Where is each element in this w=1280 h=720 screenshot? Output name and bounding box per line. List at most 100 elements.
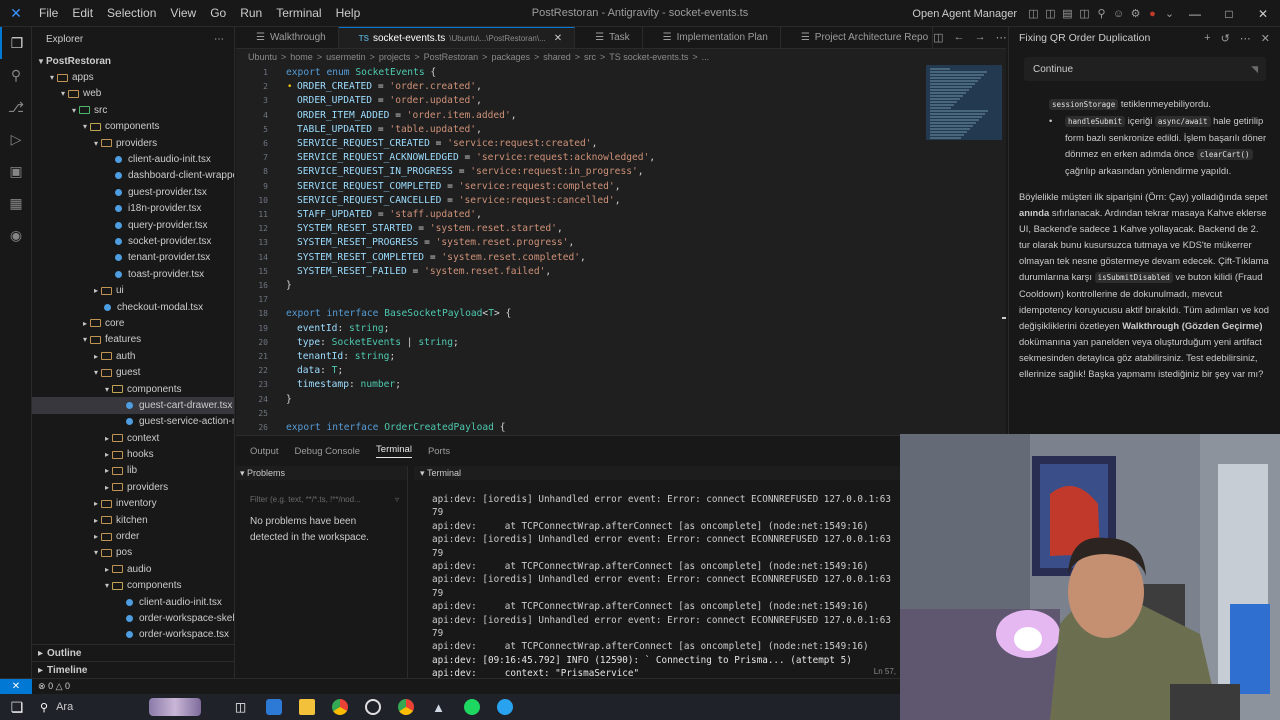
tree-file[interactable]: query-provider.tsx [32, 217, 234, 233]
menu-help[interactable]: Help [329, 6, 368, 20]
tree-file[interactable]: order-workspace-skeleton.tsx [32, 610, 234, 626]
taskbar-search[interactable]: ⚲ Ara [34, 694, 224, 720]
tree-file[interactable]: dashboard-client-wrapper.tsx [32, 168, 234, 184]
menu-terminal[interactable]: Terminal [269, 6, 328, 20]
menu-edit[interactable]: Edit [65, 6, 100, 20]
tree-folder[interactable]: ▾ apps [32, 69, 234, 85]
tab-walkthrough[interactable]: ☰ Walkthrough [236, 27, 339, 48]
tree-file[interactable]: guest-service-action-menu.t... [32, 414, 234, 430]
breadcrumb-item[interactable]: packages [491, 52, 530, 62]
tree-file[interactable]: socket-provider.tsx [32, 233, 234, 249]
remote-explorer-icon[interactable]: ▣ [0, 155, 32, 187]
explorer-icon[interactable]: ❒ [0, 27, 32, 59]
file-explorer-icon[interactable] [290, 699, 323, 715]
tree-folder[interactable]: ▸ context [32, 430, 234, 446]
code-line[interactable]: 21 tenantId: string; [236, 350, 926, 364]
close-icon[interactable]: ✕ [554, 33, 562, 44]
menu-selection[interactable]: Selection [100, 6, 163, 20]
source-control-icon[interactable]: ⎇ [0, 91, 32, 123]
tree-folder[interactable]: ▸ kitchen [32, 512, 234, 528]
breadcrumb-item[interactable]: home [290, 52, 313, 62]
code-line[interactable]: 25 [236, 407, 926, 421]
menu-run[interactable]: Run [233, 6, 269, 20]
code-line[interactable]: 3 ORDER_UPDATED = 'order.updated', [236, 94, 926, 108]
spotify-icon[interactable] [455, 699, 488, 715]
tree-folder[interactable]: ▾ pos [32, 545, 234, 561]
avatar[interactable]: ● [1144, 5, 1161, 22]
start-button[interactable]: ❏ [0, 699, 34, 716]
tab-ports[interactable]: Ports [428, 446, 450, 457]
code-line[interactable]: 14 SYSTEM_RESET_COMPLETED = 'system.reset… [236, 251, 926, 265]
tree-folder[interactable]: ▸ inventory [32, 496, 234, 512]
code-line[interactable]: 18 export interface BaseSocketPayload<T> … [236, 307, 926, 321]
code-line[interactable]: 2 • ORDER_CREATED = 'order.created', [236, 80, 926, 94]
close-window-button[interactable]: ✕ [1246, 7, 1280, 21]
arrow-left-icon[interactable]: ← [954, 31, 965, 44]
tree-folder[interactable]: ▾ providers [32, 135, 234, 151]
task-view-icon[interactable]: ◫ [224, 700, 257, 714]
chevron-down-icon[interactable]: ▾ [240, 468, 247, 479]
tree-folder[interactable]: ▾ components [32, 119, 234, 135]
tab-implementation-plan[interactable]: ☰ Implementation Plan [643, 27, 781, 48]
chevron-down-icon[interactable]: ⌄ [1161, 5, 1178, 22]
code-line[interactable]: 15 SYSTEM_RESET_FAILED = 'system.reset.fa… [236, 265, 926, 279]
outline-section[interactable]: ▸ Outline [32, 644, 234, 661]
layout-right-icon[interactable]: ◫ [1076, 5, 1093, 22]
code-line[interactable]: 16} [236, 279, 926, 293]
split-editor-icon[interactable]: ◫ [933, 31, 943, 44]
filter-icon[interactable]: ▿ [395, 495, 399, 504]
open-agent-manager-button[interactable]: Open Agent Manager [912, 8, 1017, 20]
layout-panel-icon[interactable]: ◫ [1025, 5, 1042, 22]
tree-folder[interactable]: ▸ auth [32, 348, 234, 364]
breadcrumb-item[interactable]: TS socket-events.ts [609, 52, 688, 62]
tree-folder[interactable]: ▾ components [32, 578, 234, 594]
close-icon[interactable]: ✕ [1261, 32, 1270, 45]
remote-indicator-icon[interactable]: ✕ [0, 678, 32, 695]
tree-folder[interactable]: ▸ hooks [32, 446, 234, 462]
tab-socket-events[interactable]: TS socket-events.ts \Ubuntu\...\PostRest… [338, 27, 576, 48]
tree-folder[interactable]: ▾ features [32, 332, 234, 348]
code-line[interactable]: 6 SERVICE_REQUEST_CREATED = 'service:requ… [236, 137, 926, 151]
tree-folder[interactable]: ▸ core [32, 315, 234, 331]
tree-folder[interactable]: ▸ ui [32, 282, 234, 298]
tab-terminal[interactable]: Terminal [376, 444, 412, 458]
breadcrumb-item[interactable]: ... [702, 52, 710, 62]
scrollbar[interactable] [1002, 317, 1006, 319]
menu-file[interactable]: File [32, 6, 65, 20]
extensions-icon[interactable]: ▦ [0, 187, 32, 219]
continue-button[interactable]: Continue ◥ [1024, 57, 1266, 81]
vscode-icon[interactable] [488, 699, 521, 715]
menu-go[interactable]: Go [203, 6, 233, 20]
tree-root[interactable]: ▼ PostRestoran [32, 53, 234, 69]
search-view-icon[interactable]: ⚲ [0, 59, 32, 91]
chevron-down-icon[interactable]: ▾ [420, 468, 427, 479]
run-debug-icon[interactable]: ▷ [0, 123, 32, 155]
account-icon[interactable]: ☺ [1110, 5, 1127, 22]
code-line[interactable]: 20 type: SocketEvents | string; [236, 336, 926, 350]
minimap[interactable] [926, 65, 1002, 140]
more-actions-icon[interactable]: ⋯ [214, 34, 224, 45]
problems-status[interactable]: ⊗ 0 △ 0 [38, 681, 70, 692]
tree-file[interactable]: toast-provider.tsx [32, 266, 234, 282]
tab-project-architecture[interactable]: ☰ Project Architecture Repo [781, 27, 934, 48]
gear-icon[interactable]: ⚙ [1127, 5, 1144, 22]
tab-task[interactable]: ☰ Task [575, 27, 643, 48]
tree-file[interactable]: tenant-provider.tsx [32, 250, 234, 266]
code-line[interactable]: 4 ORDER_ITEM_ADDED = 'order.item.added', [236, 109, 926, 123]
code-line[interactable]: 19 eventId: string; [236, 322, 926, 336]
tree-file[interactable]: i18n-provider.tsx [32, 201, 234, 217]
code-line[interactable]: 17 [236, 293, 926, 307]
code-line[interactable]: 5 TABLE_UPDATED = 'table.updated', [236, 123, 926, 137]
tree-file[interactable]: client-audio-init.tsx [32, 594, 234, 610]
terminal-view[interactable]: ▾ Terminal api:dev: [ioredis] Unhandled … [414, 466, 900, 679]
breadcrumb-item[interactable]: usermetin [326, 52, 366, 62]
tree-file[interactable]: checkout-modal.tsx [32, 299, 234, 315]
arrow-right-icon[interactable]: → [975, 31, 986, 44]
walkthrough-link[interactable]: Walkthrough (Gözden Geçirme) [1122, 320, 1262, 331]
tree-folder[interactable]: ▸ order [32, 528, 234, 544]
tree-file[interactable]: guest-cart-drawer.tsx [32, 397, 234, 414]
code-line[interactable]: 10 SERVICE_REQUEST_CANCELLED = 'service:r… [236, 194, 926, 208]
breadcrumb-item[interactable]: projects [379, 52, 411, 62]
problems-filter-input[interactable]: Filter (e.g. text, **/*.ts, !**/nod... ▿ [250, 492, 399, 506]
code-line[interactable]: 23 timestamp: number; [236, 378, 926, 392]
